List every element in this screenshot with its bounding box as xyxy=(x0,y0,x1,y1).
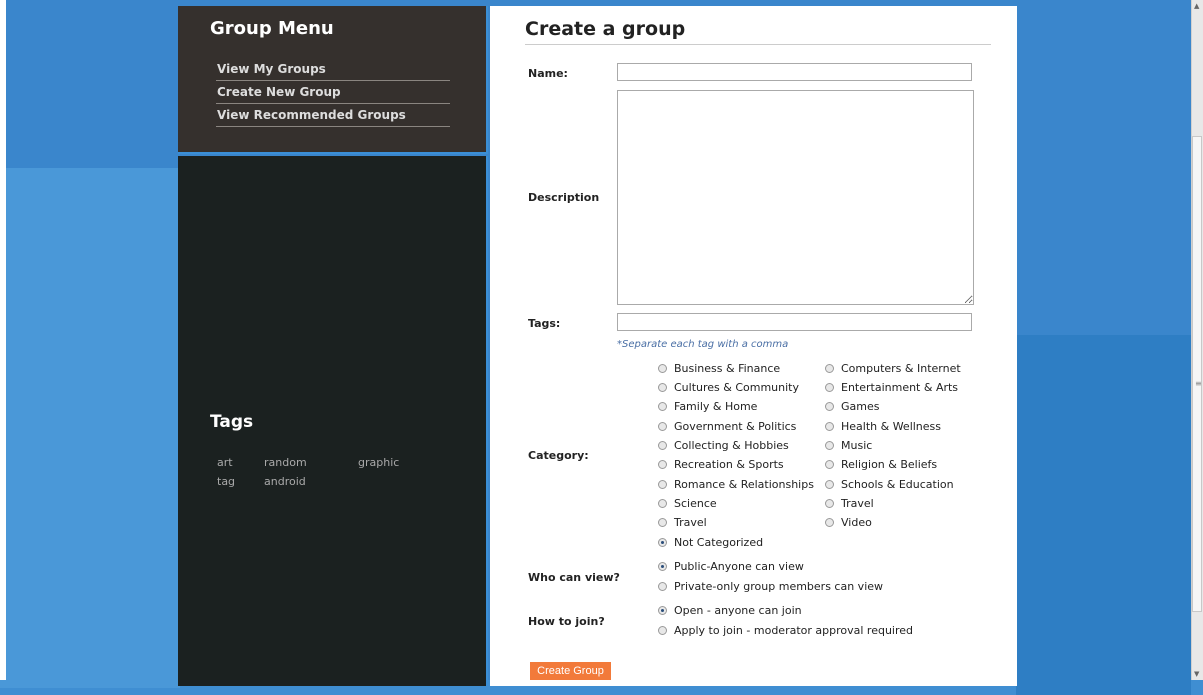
tag-link[interactable]: android xyxy=(264,475,306,488)
menu-item-create-new-group[interactable]: Create New Group xyxy=(216,83,450,104)
create-group-button[interactable]: Create Group xyxy=(530,662,611,680)
scrollbar-thumb[interactable] xyxy=(1192,136,1202,612)
tags-hint: *Separate each tag with a comma xyxy=(617,339,789,350)
tags-field[interactable] xyxy=(617,313,972,331)
background-band xyxy=(1016,335,1191,695)
category-option[interactable]: Family & Home xyxy=(658,400,757,413)
category-option[interactable]: Video xyxy=(825,516,872,529)
radio-icon xyxy=(658,422,667,431)
tags-label: Tags: xyxy=(528,317,561,330)
category-option[interactable]: Music xyxy=(825,439,872,452)
category-option[interactable]: Cultures & Community xyxy=(658,381,799,394)
tag-link[interactable]: graphic xyxy=(358,456,399,469)
tags-panel: Tags art random graphic tag android xyxy=(178,156,488,686)
category-option[interactable]: Recreation & Sports xyxy=(658,458,784,471)
category-option[interactable]: Religion & Beliefs xyxy=(825,458,937,471)
category-option[interactable]: Collecting & Hobbies xyxy=(658,439,789,452)
tags-title: Tags xyxy=(210,412,254,432)
group-menu-list: View My Groups Create New Group View Rec… xyxy=(216,60,450,129)
tag-link[interactable]: art xyxy=(217,456,233,469)
category-label: Category: xyxy=(528,449,589,462)
category-option[interactable]: Health & Wellness xyxy=(825,420,941,433)
radio-icon xyxy=(825,422,834,431)
view-option-private[interactable]: Private-only group members can view xyxy=(658,580,883,593)
group-menu-title: Group Menu xyxy=(210,18,334,39)
category-option[interactable]: Computers & Internet xyxy=(825,362,961,375)
radio-icon xyxy=(658,441,667,450)
radio-icon xyxy=(825,441,834,450)
radio-icon xyxy=(825,480,834,489)
description-field[interactable] xyxy=(617,90,974,305)
category-option-selected[interactable]: Not Categorized xyxy=(658,536,763,549)
radio-icon xyxy=(658,364,667,373)
window-edge xyxy=(0,0,6,680)
radio-selected-icon xyxy=(658,538,667,547)
tag-link[interactable]: random xyxy=(264,456,307,469)
radio-icon xyxy=(825,460,834,469)
category-option[interactable]: Science xyxy=(658,497,717,510)
background-band xyxy=(0,168,180,688)
tag-link[interactable]: tag xyxy=(217,475,235,488)
radio-icon xyxy=(658,383,667,392)
name-label: Name: xyxy=(528,67,568,80)
divider xyxy=(525,44,991,45)
who-can-view-label: Who can view? xyxy=(528,571,620,584)
radio-selected-icon xyxy=(658,606,667,615)
radio-icon xyxy=(658,480,667,489)
radio-icon xyxy=(825,518,834,527)
category-option[interactable]: Business & Finance xyxy=(658,362,780,375)
menu-item-view-my-groups[interactable]: View My Groups xyxy=(216,60,450,81)
radio-icon xyxy=(658,582,667,591)
radio-icon xyxy=(825,364,834,373)
scroll-grip-icon: ≡ xyxy=(1195,379,1202,388)
radio-icon xyxy=(658,460,667,469)
name-field[interactable] xyxy=(617,63,972,81)
create-group-panel: Create a group Name: Description Tags: *… xyxy=(490,6,1017,686)
how-to-join-label: How to join? xyxy=(528,615,605,628)
radio-icon xyxy=(658,402,667,411)
join-option-open[interactable]: Open - anyone can join xyxy=(658,604,802,617)
category-option[interactable]: Games xyxy=(825,400,879,413)
radio-icon xyxy=(825,499,834,508)
radio-icon xyxy=(825,383,834,392)
radio-icon xyxy=(825,402,834,411)
category-option[interactable]: Entertainment & Arts xyxy=(825,381,958,394)
group-menu-panel: Group Menu View My Groups Create New Gro… xyxy=(178,6,488,154)
radio-selected-icon xyxy=(658,562,667,571)
join-option-apply[interactable]: Apply to join - moderator approval requi… xyxy=(658,624,913,637)
radio-icon xyxy=(658,518,667,527)
description-label: Description xyxy=(528,191,600,204)
category-option[interactable]: Travel xyxy=(658,516,707,529)
scroll-down-icon[interactable]: ▼ xyxy=(1194,670,1199,678)
radio-icon xyxy=(658,626,667,635)
category-option[interactable]: Travel xyxy=(825,497,874,510)
menu-item-view-recommended-groups[interactable]: View Recommended Groups xyxy=(216,106,450,127)
view-option-public[interactable]: Public-Anyone can view xyxy=(658,560,804,573)
category-option[interactable]: Schools & Education xyxy=(825,478,954,491)
page-title: Create a group xyxy=(525,18,686,40)
category-option[interactable]: Government & Politics xyxy=(658,420,796,433)
category-option[interactable]: Romance & Relationships xyxy=(658,478,814,491)
radio-icon xyxy=(658,499,667,508)
scroll-up-icon[interactable]: ▲ xyxy=(1194,2,1199,10)
